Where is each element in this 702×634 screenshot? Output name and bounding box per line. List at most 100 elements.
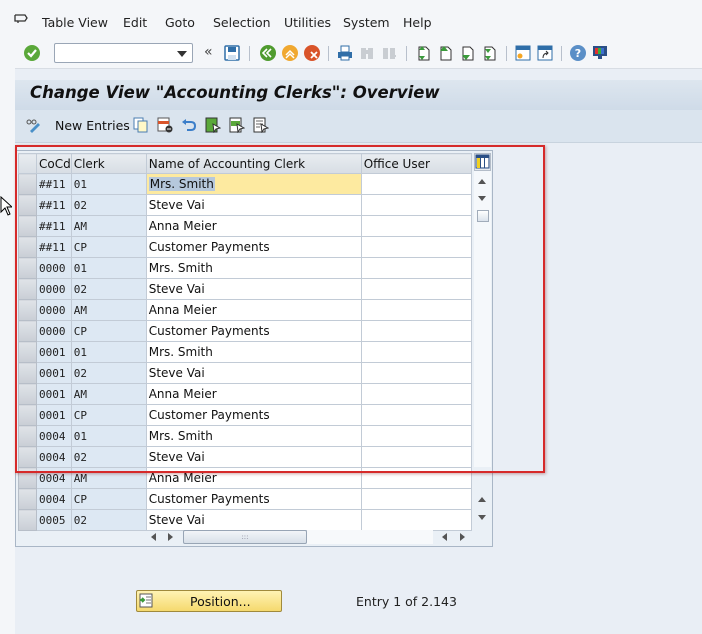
undo-change-icon[interactable] (181, 117, 197, 133)
create-shortcut-icon[interactable] (536, 44, 554, 62)
row-selector[interactable] (18, 425, 37, 447)
row-selector[interactable] (18, 488, 37, 510)
chevron-down-icon[interactable] (177, 51, 187, 57)
name-cell[interactable]: Mrs. Smith (145, 425, 362, 447)
office-user-cell[interactable] (360, 383, 472, 405)
row-selector[interactable] (18, 278, 37, 300)
scroll-right-icon[interactable] (460, 533, 465, 541)
scroll-left-icon[interactable] (151, 533, 156, 541)
office-user-cell[interactable] (360, 257, 472, 279)
name-cell[interactable]: Mrs. Smith (145, 173, 362, 195)
row-selector[interactable] (18, 509, 37, 531)
menu-system[interactable]: System (343, 15, 390, 30)
row-selector[interactable] (18, 257, 37, 279)
horizontal-scroll-thumb[interactable]: ::: (183, 530, 307, 544)
name-cell[interactable]: Steve Vai (145, 509, 362, 531)
office-user-cell[interactable] (360, 236, 472, 258)
row-selector[interactable] (18, 320, 37, 342)
display-change-icon[interactable] (25, 117, 41, 133)
table-row[interactable]: 0004 AM Anna Meier (18, 467, 472, 489)
last-page-icon[interactable] (480, 44, 498, 62)
name-cell[interactable]: Steve Vai (145, 278, 362, 300)
office-user-cell[interactable] (360, 320, 472, 342)
table-row[interactable]: 0001 02 Steve Vai (18, 362, 472, 384)
new-entries-button[interactable]: New Entries (55, 118, 130, 133)
select-block-icon[interactable] (229, 117, 245, 133)
table-row[interactable]: 0000 02 Steve Vai (18, 278, 472, 300)
row-selector[interactable] (18, 404, 37, 426)
find-next-icon[interactable] (380, 44, 398, 62)
table-row[interactable]: ##11 AM Anna Meier (18, 215, 472, 237)
table-row[interactable]: 0000 AM Anna Meier (18, 299, 472, 321)
row-selector[interactable] (18, 383, 37, 405)
name-cell[interactable]: Steve Vai (145, 194, 362, 216)
office-user-cell[interactable] (360, 215, 472, 237)
row-selector[interactable] (18, 215, 37, 237)
position-button[interactable]: Position... (136, 590, 282, 612)
menu-goto[interactable]: Goto (165, 15, 195, 30)
copy-as-icon[interactable] (133, 117, 149, 133)
office-user-cell[interactable] (360, 446, 472, 468)
table-row[interactable]: ##11 01 Mrs. Smith (18, 173, 472, 195)
help-icon[interactable]: ? (569, 44, 587, 62)
table-row[interactable]: 0001 CP Customer Payments (18, 404, 472, 426)
column-header-name[interactable]: Name of Accounting Clerk (145, 153, 362, 174)
row-selector[interactable] (18, 362, 37, 384)
table-row[interactable]: 0004 02 Steve Vai (18, 446, 472, 468)
save-icon[interactable] (223, 44, 241, 62)
row-selector[interactable] (18, 341, 37, 363)
table-row[interactable]: 0004 01 Mrs. Smith (18, 425, 472, 447)
scroll-up-icon[interactable] (478, 497, 486, 502)
name-cell[interactable]: Mrs. Smith (145, 257, 362, 279)
table-row[interactable]: 0000 01 Mrs. Smith (18, 257, 472, 279)
row-selector[interactable] (18, 194, 37, 216)
menu-edit[interactable]: Edit (123, 15, 147, 30)
office-user-cell[interactable] (360, 341, 472, 363)
office-user-cell[interactable] (360, 404, 472, 426)
column-header-clerk[interactable]: Clerk (70, 153, 147, 174)
table-row[interactable]: 0005 02 Steve Vai (18, 509, 472, 531)
menu-table-view[interactable]: Table View (42, 15, 108, 30)
table-row[interactable]: 0000 CP Customer Payments (18, 320, 472, 342)
back-icon[interactable] (259, 44, 277, 62)
table-row[interactable]: 0001 AM Anna Meier (18, 383, 472, 405)
menu-help[interactable]: Help (403, 15, 432, 30)
row-selector[interactable] (18, 173, 37, 195)
name-cell[interactable]: Anna Meier (145, 299, 362, 321)
scroll-down-icon[interactable] (478, 196, 486, 201)
name-cell[interactable]: Customer Payments (145, 488, 362, 510)
name-cell[interactable]: Anna Meier (145, 467, 362, 489)
select-all-cell[interactable] (18, 153, 37, 174)
table-settings-button[interactable] (474, 153, 491, 171)
create-session-icon[interactable] (514, 44, 532, 62)
table-row[interactable]: 0004 CP Customer Payments (18, 488, 472, 510)
table-row[interactable]: ##11 02 Steve Vai (18, 194, 472, 216)
office-user-cell[interactable] (360, 509, 472, 531)
name-cell[interactable]: Steve Vai (145, 446, 362, 468)
vertical-scroll-thumb[interactable] (477, 210, 489, 222)
office-user-cell[interactable] (360, 299, 472, 321)
column-header-cocd[interactable]: CoCd (36, 153, 72, 174)
scroll-up-icon[interactable] (478, 179, 486, 184)
first-page-icon[interactable] (414, 44, 432, 62)
office-user-cell[interactable] (360, 278, 472, 300)
name-cell[interactable]: Mrs. Smith (145, 341, 362, 363)
name-cell[interactable]: Customer Payments (145, 236, 362, 258)
customize-layout-icon[interactable] (591, 44, 609, 62)
horizontal-scroll-track[interactable] (307, 530, 433, 544)
table-row[interactable]: 0001 01 Mrs. Smith (18, 341, 472, 363)
scroll-down-icon[interactable] (478, 515, 486, 520)
row-selector[interactable] (18, 236, 37, 258)
name-cell[interactable]: Customer Payments (145, 404, 362, 426)
row-selector[interactable] (18, 299, 37, 321)
previous-page-icon[interactable] (436, 44, 454, 62)
name-cell[interactable]: Anna Meier (145, 383, 362, 405)
find-icon[interactable] (358, 44, 376, 62)
office-user-cell[interactable] (360, 362, 472, 384)
office-user-cell[interactable] (360, 488, 472, 510)
office-user-cell[interactable] (360, 467, 472, 489)
scroll-right-icon[interactable] (168, 533, 173, 541)
command-field[interactable] (54, 43, 193, 63)
menu-utilities[interactable]: Utilities (284, 15, 331, 30)
row-selector[interactable] (18, 467, 37, 489)
